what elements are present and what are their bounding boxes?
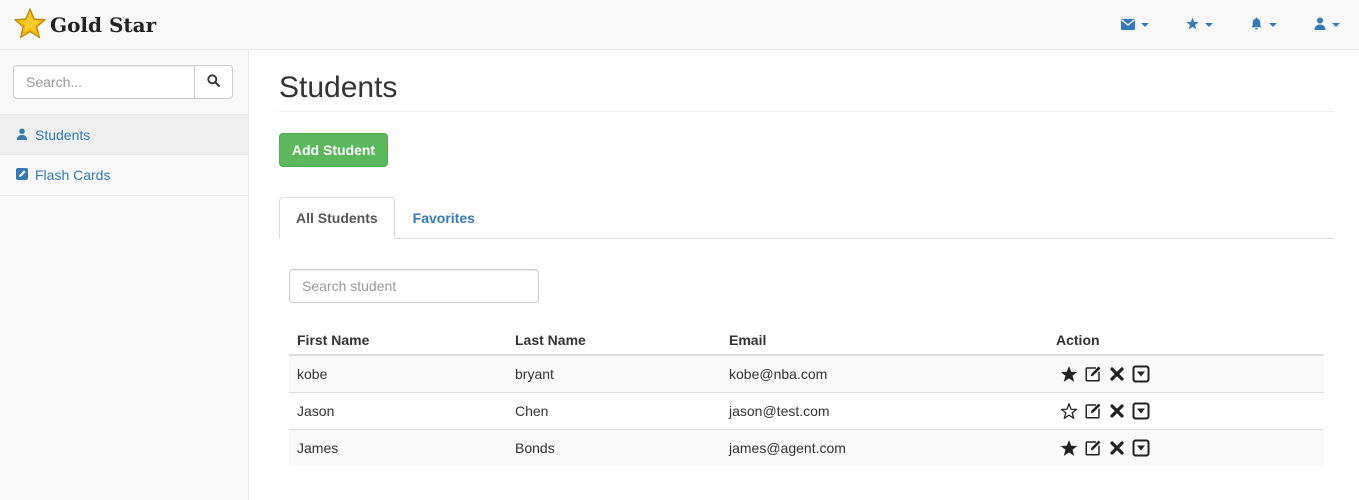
cell-email: jason@test.com: [721, 391, 1048, 429]
edit-icon: [16, 167, 28, 183]
add-student-button[interactable]: Add Student: [279, 133, 388, 167]
sidebar-menu: Students Flash Cards: [0, 114, 248, 196]
favorite-star-filled-icon[interactable]: [1059, 438, 1079, 458]
bell-icon: [1250, 17, 1263, 33]
cell-actions: [1048, 354, 1324, 392]
sidebar-item-label: Students: [35, 126, 91, 143]
sidebar-search-button[interactable]: [195, 65, 233, 99]
column-header-email: Email: [721, 319, 1048, 356]
user-icon: [16, 127, 28, 143]
cell-last-name: Bonds: [507, 428, 721, 466]
cell-actions: [1048, 391, 1324, 429]
table-row: kobe bryant kobe@nba.com: [289, 354, 1324, 392]
main-content: Students Add Student All Students Favori…: [279, 50, 1334, 466]
column-header-last-name: Last Name: [507, 319, 721, 356]
envelope-icon: [1121, 17, 1135, 33]
brand-logo[interactable]: Gold Star: [13, 6, 157, 44]
chevron-down-icon: [1204, 23, 1213, 27]
delete-icon[interactable]: [1107, 438, 1127, 458]
search-icon: [207, 74, 221, 90]
cell-last-name: Chen: [507, 391, 721, 429]
sidebar-item-flash-cards[interactable]: Flash Cards: [0, 155, 248, 196]
expand-icon[interactable]: [1131, 401, 1151, 421]
chevron-down-icon: [1141, 23, 1149, 27]
cell-email: james@agent.com: [721, 428, 1048, 466]
cell-last-name: bryant: [507, 354, 721, 392]
students-table: First Name Last Name Email Action kobe b…: [289, 319, 1324, 466]
top-navbar: Gold Star: [0, 0, 1359, 50]
column-header-action: Action: [1048, 319, 1324, 356]
page-title: Students: [279, 50, 1334, 112]
brand-name: Gold Star: [50, 13, 157, 37]
edit-icon[interactable]: [1083, 364, 1103, 384]
student-search-input[interactable]: [289, 269, 539, 303]
favorites-dropdown[interactable]: [1167, 0, 1231, 50]
expand-icon[interactable]: [1131, 364, 1151, 384]
delete-icon[interactable]: [1107, 364, 1127, 384]
user-icon: [1314, 17, 1326, 33]
expand-icon[interactable]: [1131, 438, 1151, 458]
star-icon: [1185, 17, 1199, 33]
cell-email: kobe@nba.com: [721, 354, 1048, 392]
sidebar-item-students[interactable]: Students: [0, 114, 248, 155]
chevron-down-icon: [1268, 23, 1277, 27]
user-dropdown[interactable]: [1295, 0, 1359, 50]
delete-icon[interactable]: [1107, 401, 1127, 421]
edit-icon[interactable]: [1083, 438, 1103, 458]
cell-first-name: James: [289, 428, 507, 466]
cell-first-name: kobe: [289, 354, 507, 392]
cell-actions: [1048, 428, 1324, 466]
chevron-down-icon: [1332, 23, 1340, 27]
sidebar: Students Flash Cards: [0, 50, 249, 500]
gold-star-icon: [13, 6, 47, 43]
table-row: Jason Chen jason@test.com: [289, 391, 1324, 429]
messages-dropdown[interactable]: [1103, 0, 1167, 50]
table-row: James Bonds james@agent.com: [289, 428, 1324, 466]
table-header-row: First Name Last Name Email Action: [289, 319, 1324, 356]
cell-first-name: Jason: [289, 391, 507, 429]
notifications-dropdown[interactable]: [1231, 0, 1295, 50]
favorite-star-empty-icon[interactable]: [1059, 401, 1079, 421]
sidebar-search: [13, 65, 233, 99]
student-tabs: All Students Favorites: [279, 197, 1334, 239]
sidebar-search-input[interactable]: [13, 65, 195, 99]
favorite-star-filled-icon[interactable]: [1059, 364, 1079, 384]
tab-favorites[interactable]: Favorites: [397, 197, 491, 239]
column-header-first-name: First Name: [289, 319, 507, 356]
tab-all-students[interactable]: All Students: [279, 197, 395, 239]
edit-icon[interactable]: [1083, 401, 1103, 421]
sidebar-item-label: Flash Cards: [35, 167, 111, 183]
